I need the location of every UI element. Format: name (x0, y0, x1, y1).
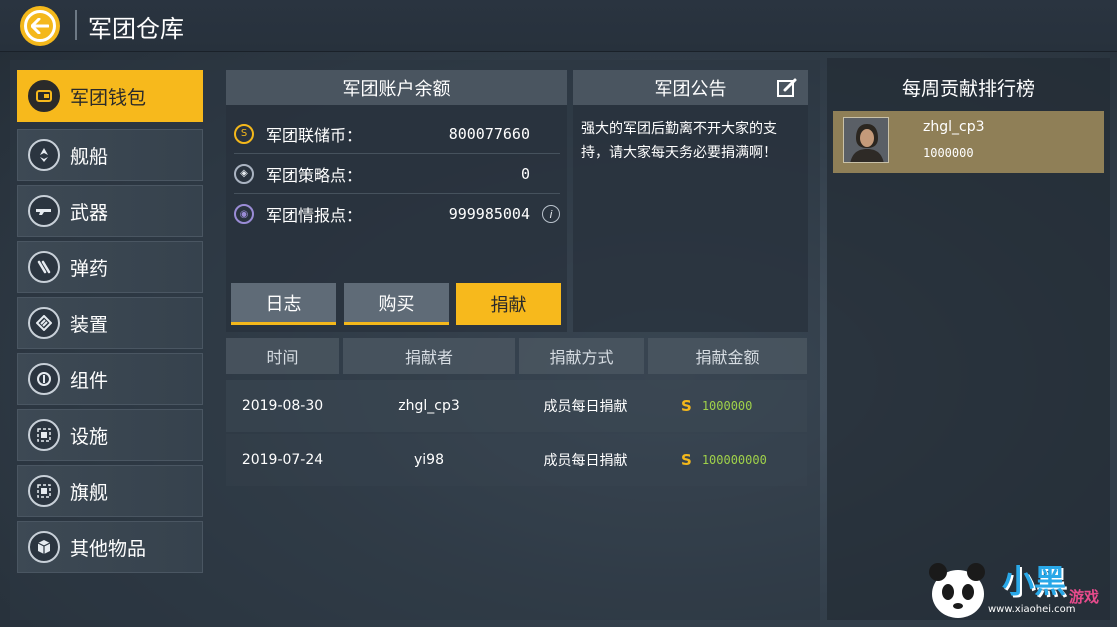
sidebar-item-facilities[interactable]: 设施 (17, 409, 203, 461)
cell-donor: zhgl_cp3 (398, 398, 460, 414)
cell-donor: yi98 (414, 452, 444, 468)
ship-icon (28, 139, 60, 171)
sidebar-item-label: 装置 (70, 313, 109, 336)
table-row: 2019-07-24 yi98 成员每日捐献 S 100000000 (226, 434, 807, 486)
strategy-icon: ◈ (234, 163, 254, 184)
balance-row-strategy: ◈ 军团策略点： 0 (234, 154, 560, 194)
sidebar-item-components[interactable]: 组件 (17, 353, 203, 405)
facility-icon (28, 419, 60, 451)
title-divider (75, 10, 77, 40)
page-title: 军团仓库 (88, 15, 184, 43)
back-button[interactable] (20, 6, 60, 46)
info-icon[interactable]: i (542, 205, 560, 223)
column-header-donor: 捐献者 (343, 338, 515, 374)
ranking-panel: 每周贡献排行榜 zhgl_cp3 1000000 (827, 58, 1110, 620)
sidebar-item-weapons[interactable]: 武器 (17, 185, 203, 237)
column-header-method: 捐献方式 (519, 338, 644, 374)
balance-value: 0 (520, 164, 530, 183)
sidebar-item-label: 舰船 (70, 145, 109, 168)
sidebar-item-ships[interactable]: 舰船 (17, 129, 203, 181)
sidebar-item-wallet[interactable]: 军团钱包 (17, 70, 203, 122)
coin-icon: S (234, 123, 254, 144)
box-icon (28, 531, 60, 563)
balance-label: 军团情报点： (266, 206, 363, 225)
balance-value: 999985004 (448, 205, 530, 223)
log-button[interactable]: 日志 (231, 283, 336, 325)
balance-row-coins: S 军团联储币： 800077660 (234, 114, 560, 154)
cell-time: 2019-08-30 (241, 398, 324, 414)
buy-button[interactable]: 购买 (344, 283, 449, 325)
ranking-entry[interactable]: zhgl_cp3 1000000 (833, 111, 1104, 173)
cell-method: 成员每日捐献 (543, 453, 628, 469)
weapon-icon (28, 195, 60, 227)
cell-method: 成员每日捐献 (543, 399, 628, 415)
watermark-logo: 小黑 游戏 www.xiaohei.com (924, 556, 1114, 622)
balance-row-intel: ◉ 军团情报点： 999985004 i (234, 194, 560, 234)
flagship-icon (28, 475, 60, 507)
watermark-url: www.xiaohei.com (988, 604, 1076, 615)
donate-button[interactable]: 捐献 (456, 283, 561, 325)
balance-title: 军团账户余额 (226, 70, 567, 105)
cell-amount: S 100000000 (681, 434, 807, 486)
sidebar-item-flagship[interactable]: 旗舰 (17, 465, 203, 517)
cell-time: 2019-07-24 (241, 452, 324, 468)
cell-amount: S 1000000 (681, 380, 807, 432)
amount-value: 100000000 (701, 453, 767, 467)
sidebar-item-label: 旗舰 (70, 481, 109, 504)
column-header-amount: 捐献金额 (648, 338, 807, 374)
coin-icon: S (681, 397, 692, 415)
sidebar-item-label: 设施 (70, 425, 109, 448)
column-header-time: 时间 (226, 338, 339, 374)
component-icon (28, 363, 60, 395)
wallet-icon (28, 80, 60, 112)
sidebar-item-devices[interactable]: 装置 (17, 297, 203, 349)
notice-text: 强大的军团后勤离不开大家的支持，请大家每天务必要捐满啊！ (581, 121, 777, 161)
coin-icon: S (681, 451, 692, 469)
edit-icon[interactable] (776, 77, 798, 99)
sidebar-item-label: 组件 (70, 369, 109, 392)
sidebar-item-label: 武器 (70, 201, 109, 224)
device-icon (28, 307, 60, 339)
balance-value: 800077660 (448, 124, 530, 143)
intel-icon: ◉ (234, 204, 254, 224)
notice-title: 军团公告 (654, 78, 727, 100)
amount-value: 1000000 (701, 399, 753, 413)
watermark-brand: 小黑 (1002, 562, 1067, 600)
ranking-name: zhgl_cp3 (923, 119, 985, 135)
sidebar-item-label: 军团钱包 (70, 86, 147, 109)
notice-header: 军团公告 (573, 70, 808, 105)
sidebar-item-label: 其他物品 (70, 537, 147, 560)
panda-icon (929, 563, 985, 618)
sidebar-item-ammo[interactable]: 弹药 (17, 241, 203, 293)
back-arrow-icon (24, 10, 56, 42)
top-bar: 军团仓库 (0, 0, 1117, 52)
notice-panel: 军团公告 强大的军团后勤离不开大家的支持，请大家每天务必要捐满啊！ (573, 70, 808, 332)
ranking-score: 1000000 (923, 146, 974, 160)
sidebar-item-label: 弹药 (70, 257, 109, 280)
avatar (843, 117, 889, 163)
balance-label: 军团联储币： (266, 125, 363, 145)
balance-label: 军团策略点： (266, 165, 363, 185)
ammo-icon (28, 251, 60, 283)
table-row: 2019-08-30 zhgl_cp3 成员每日捐献 S 1000000 (226, 380, 807, 432)
ranking-title: 每周贡献排行榜 (901, 78, 1035, 100)
sidebar-item-other[interactable]: 其他物品 (17, 521, 203, 573)
